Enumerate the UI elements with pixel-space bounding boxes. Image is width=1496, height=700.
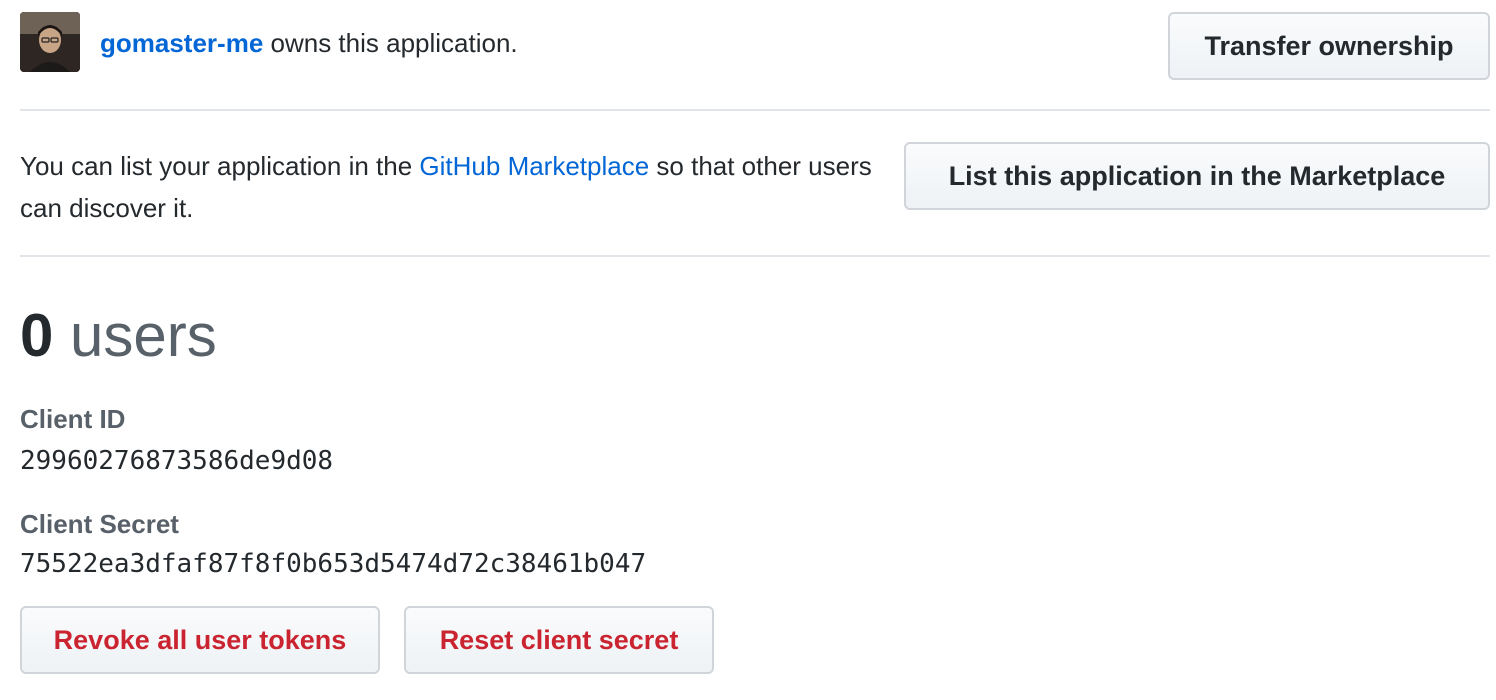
divider [20, 109, 1490, 111]
github-marketplace-link[interactable]: GitHub Marketplace [419, 151, 649, 181]
client-id-value: 29960276873586de9d08 [20, 446, 334, 476]
users-count-heading: 0 users [20, 300, 217, 372]
owner-suffix: owns this application. [263, 28, 518, 58]
client-id-label: Client ID [20, 404, 126, 434]
transfer-ownership-button[interactable]: Transfer ownership [1168, 12, 1490, 80]
users-label: users [53, 302, 217, 369]
avatar-photo-icon [20, 12, 80, 72]
divider [20, 255, 1490, 257]
marketplace-description: You can list your application in the Git… [20, 145, 880, 229]
revoke-all-user-tokens-button[interactable]: Revoke all user tokens [20, 606, 380, 674]
oauth-app-settings: gomaster-me owns this application. Trans… [0, 0, 1496, 700]
marketplace-text-before: You can list your application in the [20, 151, 420, 181]
client-secret-label: Client Secret [20, 509, 179, 539]
owner-username-link[interactable]: gomaster-me [100, 28, 263, 58]
avatar[interactable] [20, 12, 80, 72]
owner-statement: gomaster-me owns this application. [100, 26, 518, 60]
owner-row: gomaster-me owns this application. Trans… [20, 12, 1490, 80]
list-in-marketplace-button[interactable]: List this application in the Marketplace [904, 142, 1490, 210]
reset-client-secret-button[interactable]: Reset client secret [404, 606, 714, 674]
client-secret-value: 75522ea3dfaf87f8f0b653d5474d72c38461b047 [20, 549, 647, 579]
users-count: 0 [20, 302, 54, 369]
